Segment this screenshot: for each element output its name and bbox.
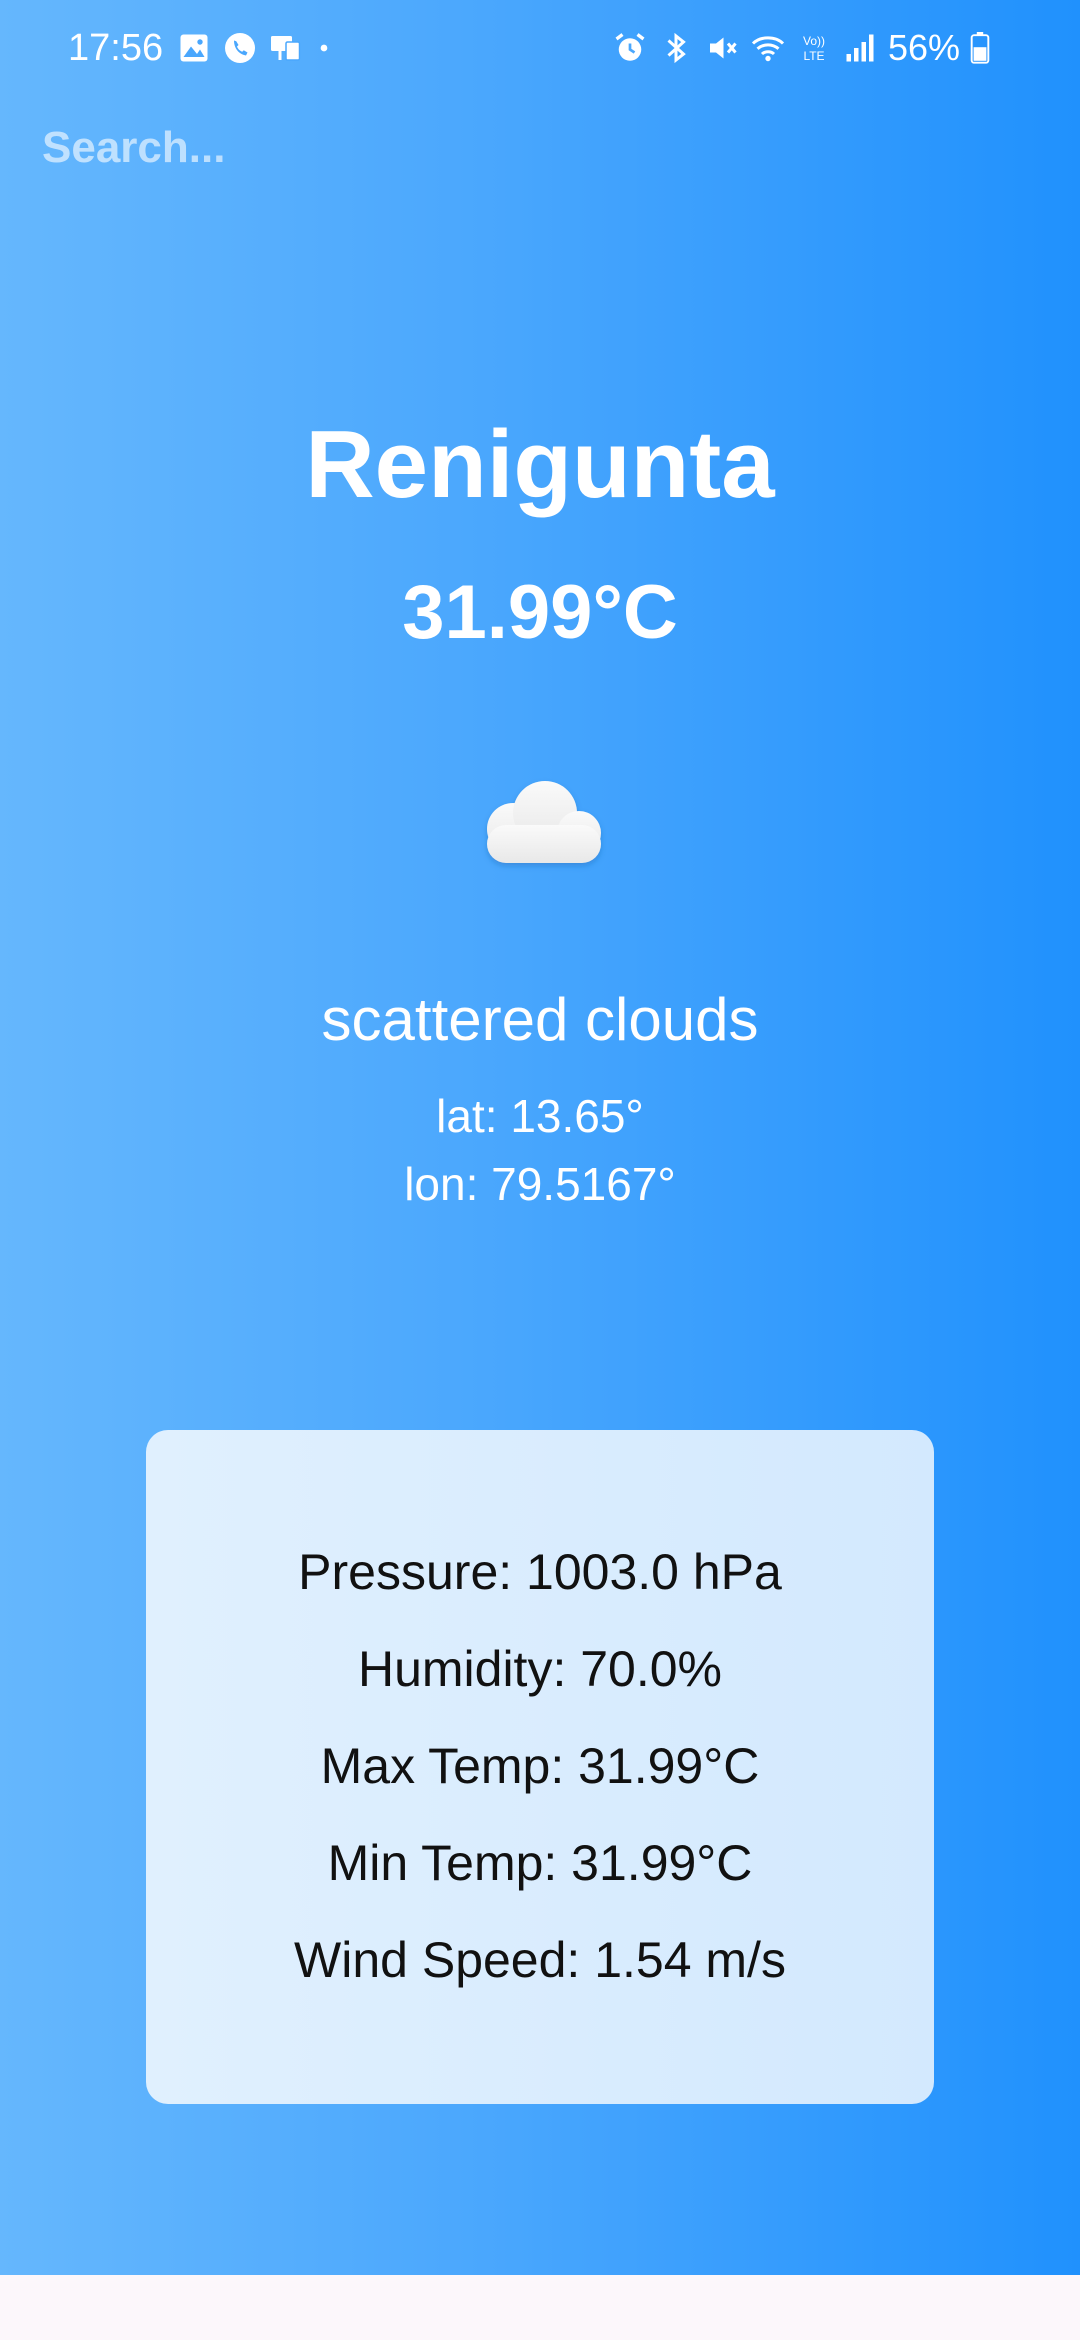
cloud-icon [487, 781, 601, 863]
volte-icon: Vo)) LTE [803, 34, 825, 63]
signal-icon [846, 34, 874, 62]
city-name: Renigunta [305, 411, 775, 518]
battery-icon [970, 32, 990, 64]
mute-icon [709, 37, 737, 59]
weather-description: scattered clouds [321, 986, 759, 1053]
svg-text:Vo)): Vo)) [803, 34, 825, 48]
min-temp-text: Min Temp: 31.99°C [327, 1835, 753, 1891]
status-time: 17:56 [68, 27, 164, 69]
svg-text:LTE: LTE [803, 49, 824, 63]
longitude: lon: 79.5167° [404, 1158, 676, 1210]
weather-screen: 17:56 Vo)) LTE 56% Search... Renigunta 3… [0, 0, 1080, 2275]
status-bar: 17:56 Vo)) LTE 56% [0, 0, 1080, 96]
bluetooth-icon [667, 32, 686, 64]
status-right-icons: Vo)) LTE 56% [612, 26, 990, 70]
temperature: 31.99°C [402, 570, 678, 655]
latitude: lat: 13.65° [436, 1090, 644, 1142]
dot-icon [320, 44, 328, 52]
humidity-text: Humidity: 70.0% [357, 1641, 723, 1697]
pressure-text: Pressure: 1003.0 hPa [298, 1544, 782, 1600]
wifi-icon [751, 36, 784, 62]
alarm-icon [615, 33, 645, 61]
call-icon [225, 33, 255, 63]
wind-speed-text: Wind Speed: 1.54 m/s [294, 1932, 786, 1988]
weather-details-card: Pressure: 1003.0 hPa Humidity: 70.0% Max… [146, 1430, 934, 2104]
cast-icon [271, 36, 301, 61]
status-left-icons [176, 28, 334, 68]
max-temp-text: Max Temp: 31.99°C [320, 1738, 760, 1794]
navigation-bar-area [0, 2275, 1080, 2340]
battery-percentage: 56% [887, 27, 960, 68]
gallery-icon [180, 34, 208, 62]
search-input[interactable] [42, 116, 1022, 180]
